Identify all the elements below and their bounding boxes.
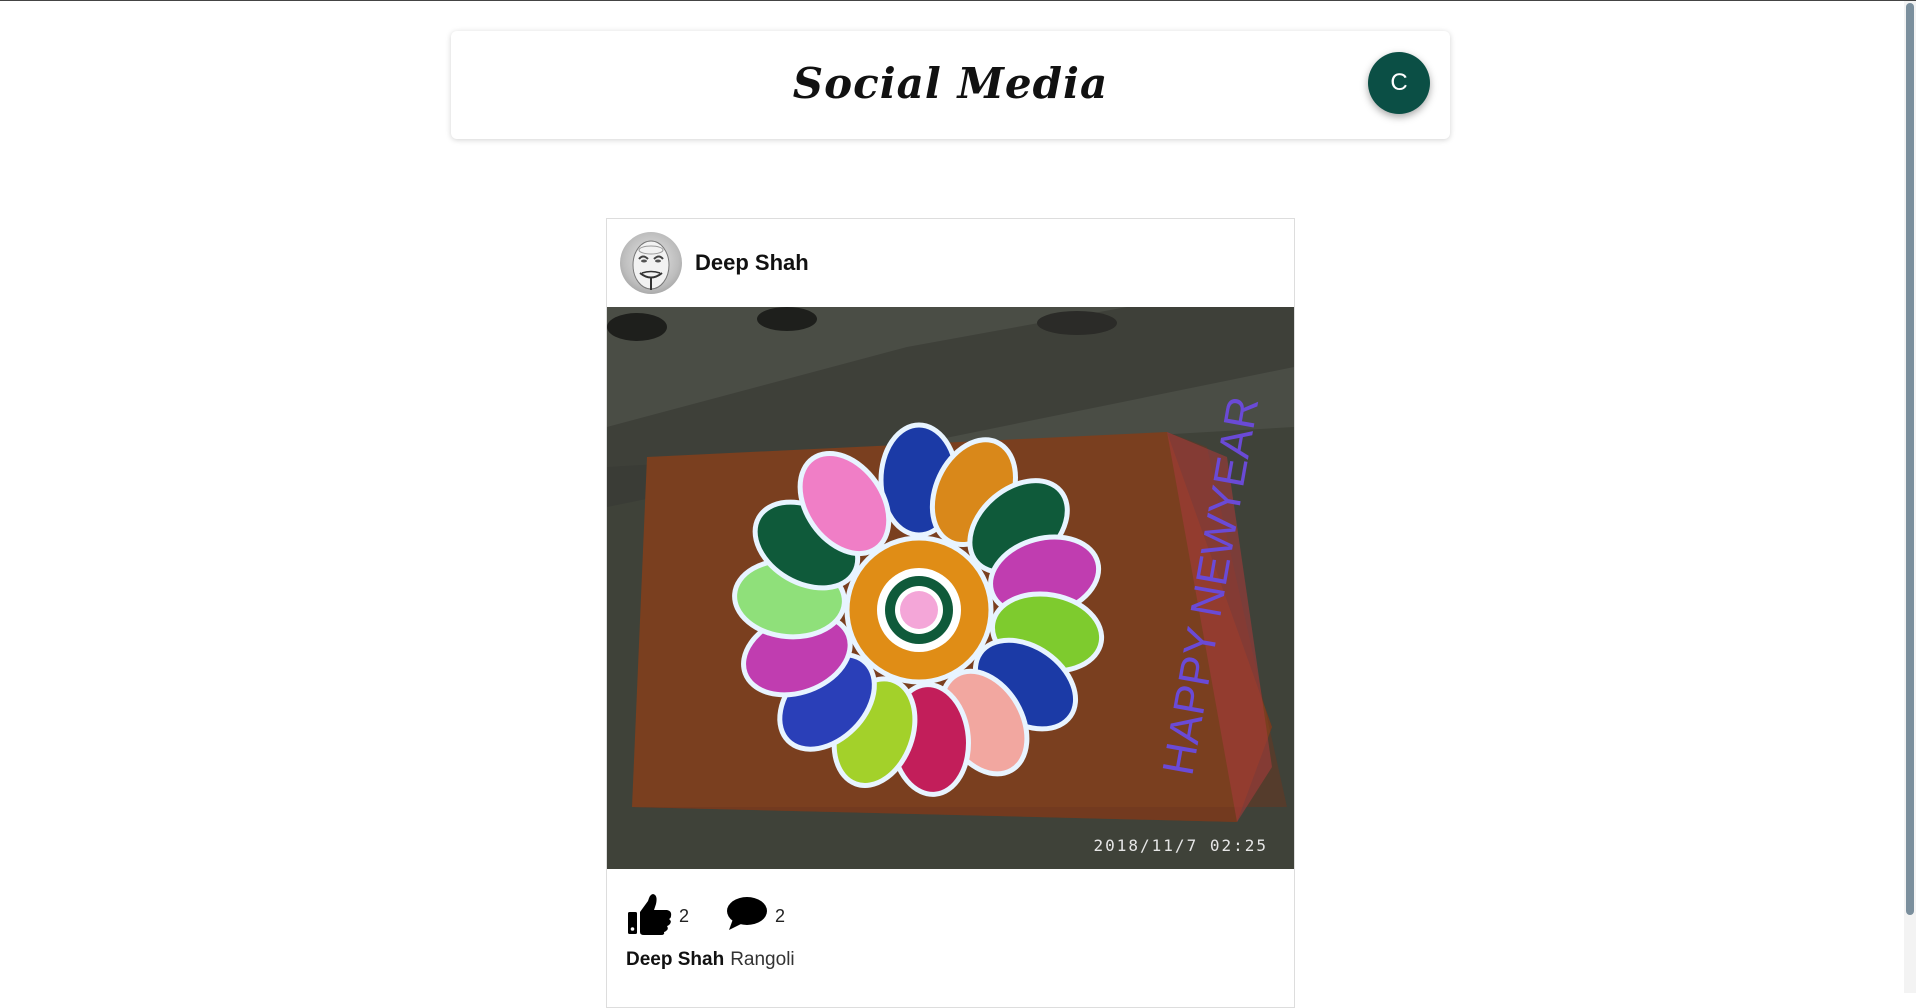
app-title: Social Media (792, 59, 1109, 108)
author-avatar[interactable] (620, 232, 682, 294)
thumbs-up-icon (628, 894, 672, 935)
post-image[interactable]: HAPPY NEWYEAR 2018/11/7 02:25 (607, 307, 1294, 869)
like-button[interactable]: 2 (627, 892, 689, 936)
post-caption: Deep Shah Rangoli (626, 949, 795, 971)
mask-avatar-icon (632, 240, 670, 290)
post-author-name[interactable]: Deep Shah (695, 250, 809, 276)
user-avatar-button[interactable]: C (1368, 52, 1430, 114)
post-header: Deep Shah (607, 219, 1294, 307)
post-actions: 2 2 (627, 889, 821, 939)
caption-author[interactable]: Deep Shah (626, 949, 724, 970)
scrollbar[interactable] (1904, 1, 1916, 993)
caption-text: Rangoli (730, 949, 795, 970)
rangoli-photo: HAPPY NEWYEAR (607, 307, 1294, 869)
comment-count: 2 (775, 905, 786, 926)
post-card: Deep Shah HAPPY NEWYEAR 2018/11/7 02:25 … (606, 218, 1295, 1008)
comment-button[interactable]: 2 (725, 895, 785, 933)
photo-timestamp: 2018/11/7 02:25 (1093, 836, 1268, 855)
app-header: Social Media C (451, 31, 1450, 139)
scrollbar-thumb[interactable] (1906, 3, 1914, 915)
like-count: 2 (679, 905, 690, 926)
speech-bubble-icon (727, 897, 768, 930)
